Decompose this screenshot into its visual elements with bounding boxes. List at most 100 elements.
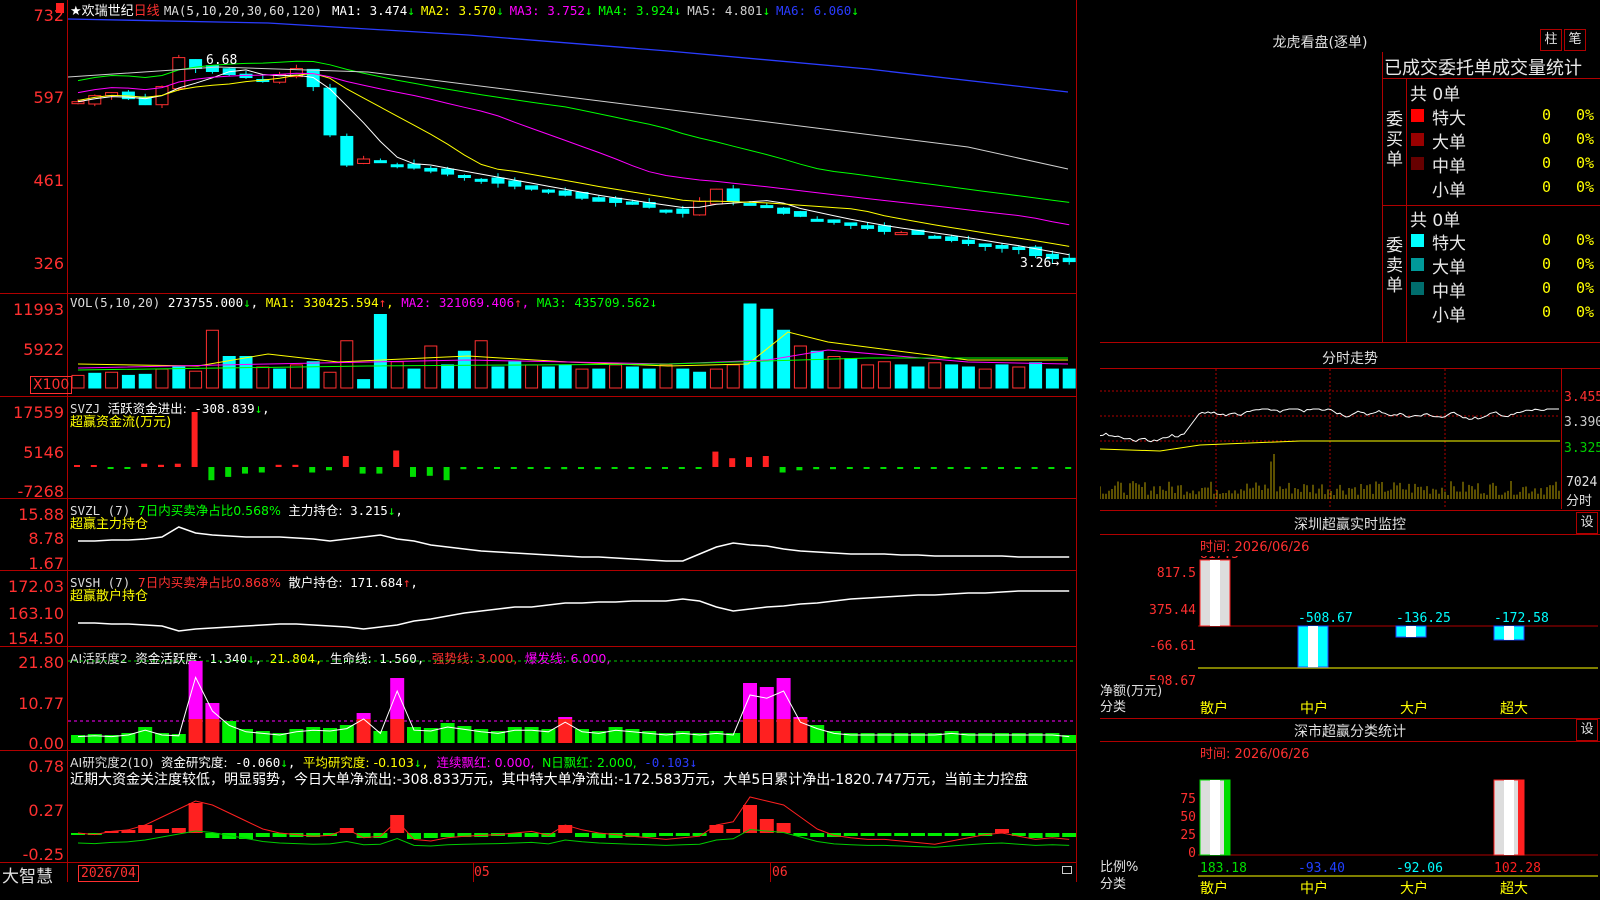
candle-body xyxy=(541,189,555,193)
ma-header: MA(5,10,20,30,60,120) xyxy=(163,3,322,18)
buy-row-count: 0 xyxy=(1542,178,1552,196)
svzj-bar xyxy=(208,467,215,481)
svzj-bar xyxy=(544,467,551,469)
svzl-axis-1: 8.78 xyxy=(28,529,64,548)
ma-item-arrow: ↓ xyxy=(496,3,504,18)
sz-monitor-value-label: -508.67 xyxy=(1298,611,1353,626)
sell-order-label: 委卖单 xyxy=(1386,236,1403,296)
buy-color-swatch xyxy=(1411,109,1424,122)
volume-chart[interactable] xyxy=(68,294,1076,396)
volume-bar xyxy=(273,368,287,389)
ai-research-bar xyxy=(810,833,825,837)
buy-order-label: 委买单 xyxy=(1386,110,1403,170)
pen-view-button[interactable]: 笔 xyxy=(1564,29,1586,51)
sz-monitor-bar-highlight xyxy=(1210,560,1220,626)
volume-bar xyxy=(1012,366,1026,389)
sell-row-label: 特大 xyxy=(1432,234,1466,254)
lock-icon[interactable] xyxy=(1062,866,1072,874)
buy-row-count: 0 xyxy=(1542,106,1552,124)
volume-bar xyxy=(474,340,488,389)
candle-body xyxy=(676,208,690,214)
longhu-divider-top xyxy=(1382,78,1600,79)
volume-bar xyxy=(911,366,925,389)
svzj-bar xyxy=(964,467,971,469)
ma-item-1: MA1: 3.474↓ xyxy=(332,3,415,18)
svzj-bar xyxy=(1065,467,1072,469)
price-axis-label-1: 597 xyxy=(33,88,64,107)
volume-bar xyxy=(121,374,135,389)
sz-stats-border-title xyxy=(1100,741,1600,742)
sell-row-pct: 0% xyxy=(1576,231,1595,249)
volume-bar xyxy=(155,368,169,389)
svzj-bar xyxy=(628,467,635,469)
sz-monitor-settings-button[interactable]: 设 xyxy=(1576,512,1598,534)
month-divider-06 xyxy=(770,862,771,882)
longhu-divider-mid xyxy=(1406,78,1407,342)
svzj-bar xyxy=(1014,467,1021,469)
svzj-axis-0: 17559 xyxy=(13,403,64,422)
ai-active-bar xyxy=(138,727,153,743)
ai-research-bar xyxy=(709,825,724,833)
svzj-bar xyxy=(998,467,1004,469)
date-label-05: 05 xyxy=(474,865,490,880)
intraday-unit: 分时 xyxy=(1566,494,1593,509)
candle-body xyxy=(424,167,438,172)
volume-bar xyxy=(1029,362,1043,389)
candle-body xyxy=(373,160,387,164)
svzj-bar xyxy=(158,464,164,467)
svzl-chart[interactable] xyxy=(68,499,1076,571)
ai-research-bar xyxy=(155,829,169,833)
svzl-line xyxy=(78,526,1070,562)
ai-research-chart[interactable] xyxy=(68,751,1076,863)
svzj-bar xyxy=(510,467,517,469)
sz-monitor-border-title xyxy=(1100,534,1600,535)
ma5-line xyxy=(68,66,1069,170)
svzj-bar xyxy=(846,467,853,469)
svzj-bar xyxy=(779,467,786,473)
svzj-bar xyxy=(695,467,702,469)
candle-body xyxy=(877,225,891,232)
ai-research-bar xyxy=(927,833,942,836)
svsh-chart[interactable] xyxy=(68,571,1076,647)
candle-body xyxy=(441,168,455,175)
ai-research-bar xyxy=(726,829,741,833)
volume-bar xyxy=(205,329,219,389)
sz-monitor-axis-0: 817.5 xyxy=(1156,566,1196,581)
svzj-chart[interactable] xyxy=(68,397,1076,499)
volume-bar xyxy=(928,362,942,389)
brand-logo[interactable]: 大智慧 xyxy=(2,862,53,887)
candle-body xyxy=(693,200,707,216)
volume-bar xyxy=(609,364,623,389)
sz-monitor-axis-1: 375.44 xyxy=(1149,603,1196,618)
longhu-divider-left xyxy=(1382,52,1383,342)
sz-stats-bar-highlight xyxy=(1210,780,1220,855)
svzj-bar xyxy=(494,467,500,469)
ai-research-bar xyxy=(995,829,1009,833)
intraday-chart[interactable] xyxy=(1100,369,1560,509)
volume-bar xyxy=(508,361,522,389)
sz-stats-settings-button[interactable]: 设 xyxy=(1576,719,1598,741)
ai-active-bar xyxy=(743,719,757,743)
sell-row-count: 0 xyxy=(1542,231,1552,249)
volume-bar xyxy=(709,368,723,389)
column-view-button[interactable]: 柱 xyxy=(1540,29,1562,51)
candle-body xyxy=(844,222,858,226)
ai-active-chart[interactable] xyxy=(68,647,1076,751)
volume-bar xyxy=(961,366,975,389)
ai-research-bar xyxy=(440,833,455,837)
candle-body xyxy=(357,158,371,164)
svzj-bar xyxy=(258,467,265,473)
ai-research-bar xyxy=(877,833,892,836)
candle-body xyxy=(323,87,337,136)
sz-stats-chart[interactable]: 183.18 -93.40 -92.06 102.28 xyxy=(1198,760,1598,890)
candle-body xyxy=(827,219,841,223)
sz-monitor-value-label: -172.58 xyxy=(1494,611,1549,626)
svzj-bar xyxy=(275,464,282,467)
svzj-bar xyxy=(460,467,467,470)
svzj-bar xyxy=(981,467,988,469)
vol-unit-box[interactable]: X100 xyxy=(30,376,73,394)
sz-monitor-chart[interactable]: 817.5 -508.67 -136.25 -172.58 xyxy=(1198,556,1598,716)
volume-bar xyxy=(810,350,824,389)
svzj-bar xyxy=(897,467,904,469)
ai-active-bar-top xyxy=(390,678,405,719)
